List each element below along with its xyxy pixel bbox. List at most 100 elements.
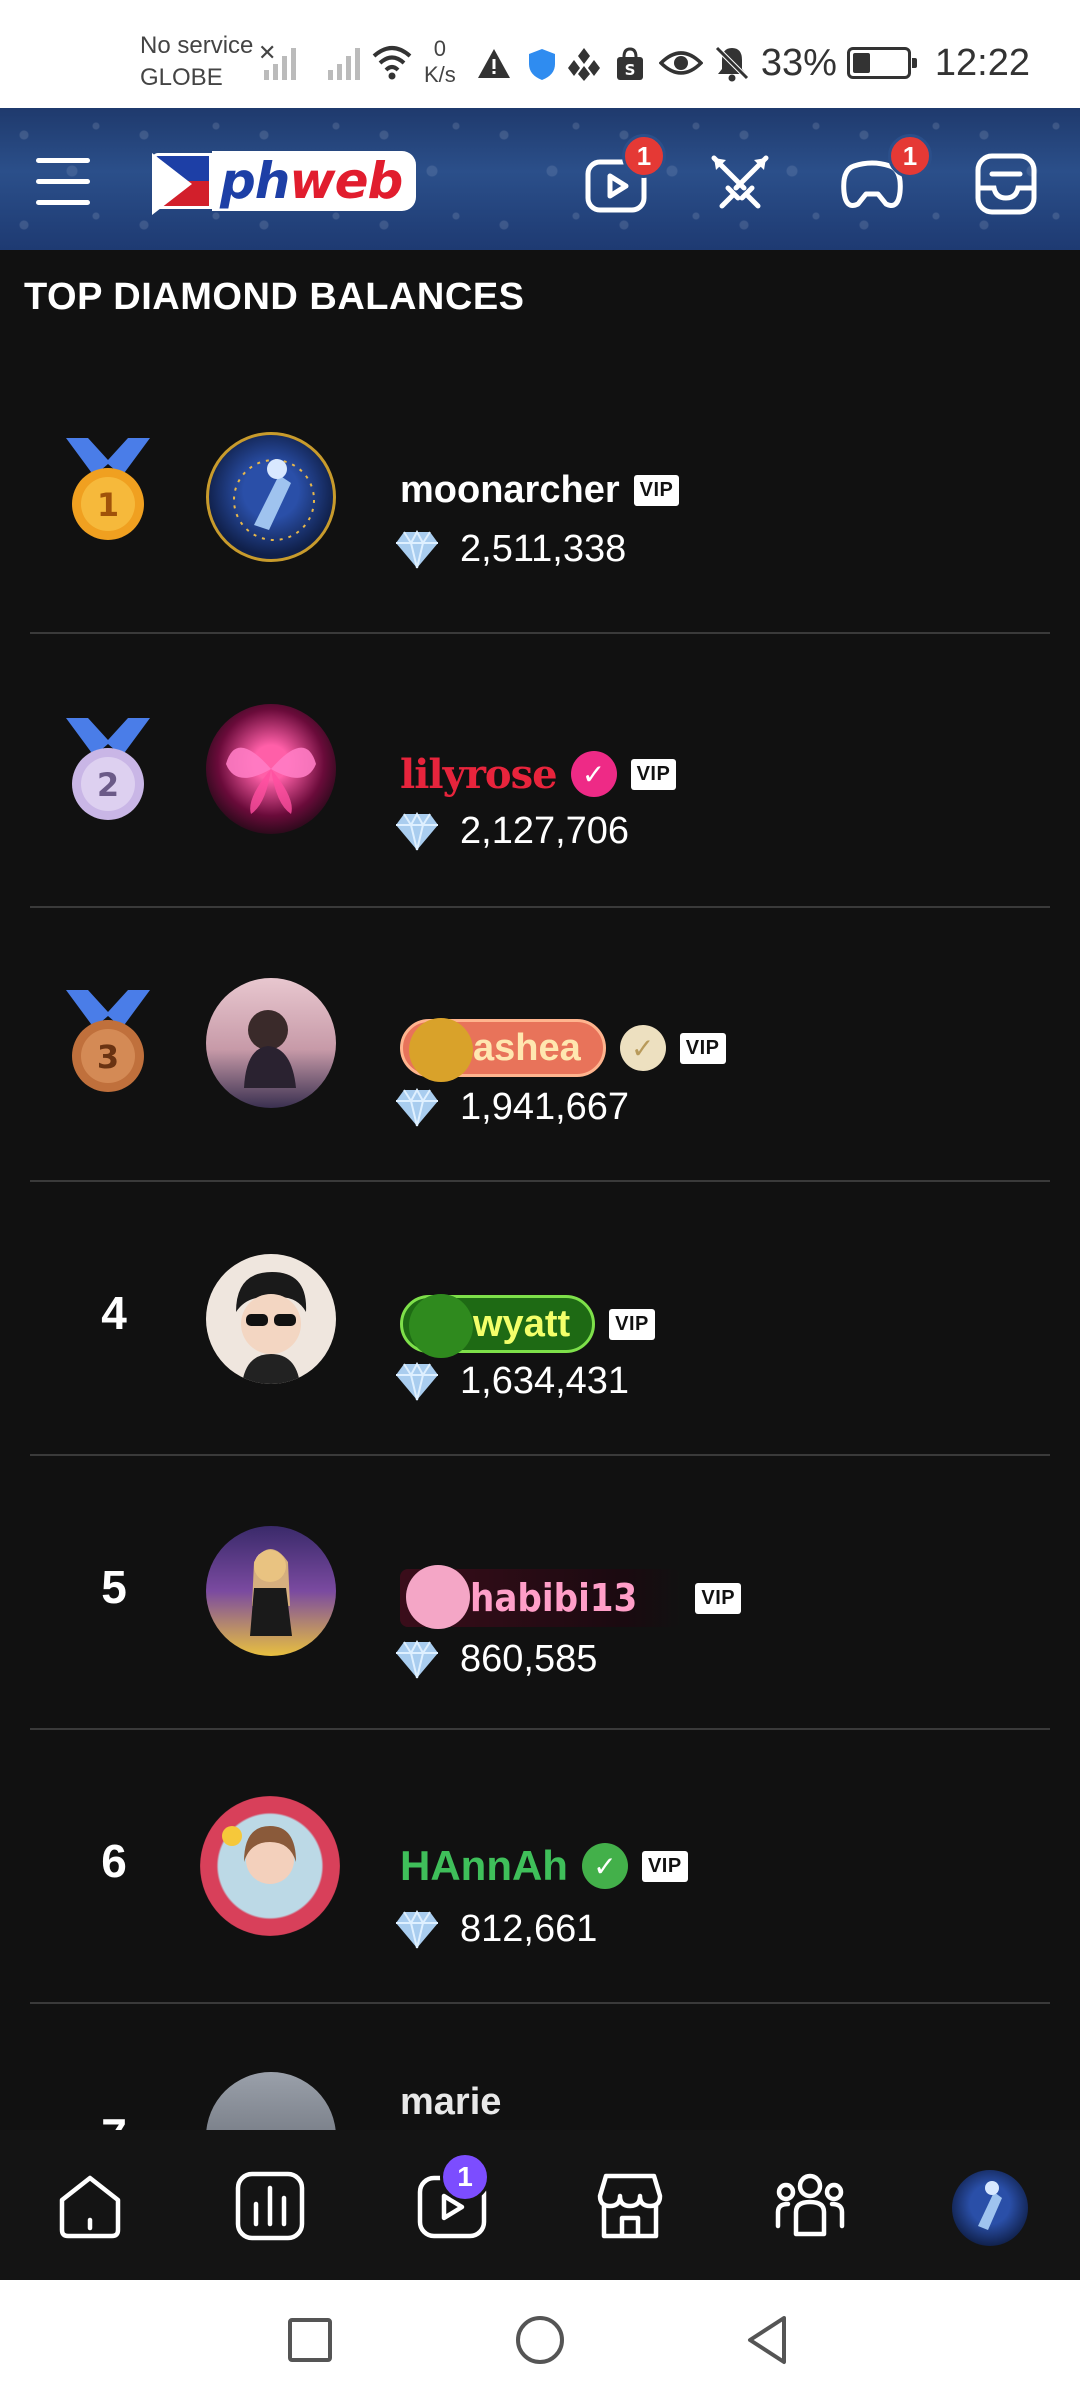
username[interactable]: marie [400, 2081, 501, 2124]
gold-medal-icon: 1 [66, 438, 150, 540]
avatar[interactable] [206, 1526, 336, 1656]
avatar-image [244, 1010, 296, 1088]
username-line[interactable]: marie [400, 2072, 501, 2130]
leaderboard-row[interactable]: 3 ashea ✓ VIP 1,941,667 [30, 908, 1050, 1182]
silver-medal-icon: 2 [66, 718, 150, 820]
page-title: TOP DIAMOND BALANCES [24, 276, 525, 318]
avatar-image [222, 1826, 296, 1884]
leaderboard-row[interactable]: 4 wyatt VIP 1,634,431 [30, 1182, 1050, 1456]
leaderboard-row[interactable]: 7 marie [30, 2004, 1050, 2130]
menu-button[interactable] [36, 158, 90, 208]
battery-fill [852, 53, 871, 73]
diamond-balance: 1,634,431 [394, 1360, 629, 1403]
username-line[interactable]: habibi13 VIP [400, 1565, 742, 1629]
phweb-logo[interactable]: ph web [152, 146, 417, 216]
philippine-flag-icon [152, 153, 212, 215]
wifi-icon [372, 46, 412, 80]
avatar-image [226, 747, 316, 814]
avatar[interactable] [206, 1254, 336, 1384]
eye-icon [658, 51, 703, 75]
rank-number: 5 [101, 1561, 127, 1613]
menu-icon-bar [36, 179, 90, 184]
video-notification-badge: 1 [622, 134, 666, 178]
carrier-line-2: GLOBE [140, 64, 223, 91]
anime-girl-frame-icon [406, 1565, 470, 1629]
avatar[interactable] [206, 704, 336, 834]
username[interactable]: wyatt [473, 1303, 570, 1346]
vip-badge: VIP [695, 1582, 742, 1614]
avatar[interactable] [200, 1796, 340, 1936]
bronze-medal-icon: 3 [66, 990, 150, 1092]
name-frame: ashea [400, 1018, 606, 1082]
vip-badge: VIP [609, 1308, 655, 1340]
battery-icon [846, 47, 917, 79]
back-button-icon[interactable] [738, 2310, 798, 2370]
frog-frame-icon [409, 1018, 473, 1082]
rank-number: 3 [97, 1038, 119, 1076]
balance-amount: 2,511,338 [460, 528, 627, 570]
username-line[interactable]: lilyrose ✓ VIP [400, 744, 677, 804]
store-icon[interactable] [592, 2168, 668, 2244]
shield-icon [529, 49, 555, 80]
verified-check-icon: ✓ [619, 1025, 666, 1071]
profile-avatar[interactable] [952, 2170, 1028, 2246]
diamond-icon [396, 1909, 438, 1948]
inbox-icon[interactable] [970, 148, 1042, 220]
rank-number: 6 [101, 1835, 127, 1887]
swords-icon[interactable] [704, 148, 776, 220]
stats-icon[interactable] [232, 2168, 308, 2244]
vip-badge: VIP [641, 1850, 688, 1882]
username-line[interactable]: HAnnAh ✓ VIP [400, 1836, 688, 1896]
logo-web: web [289, 152, 403, 210]
username-line[interactable]: ashea ✓ VIP [400, 1018, 726, 1082]
balance-amount: 2,127,706 [460, 810, 630, 852]
network-speed: 0 K/s [424, 36, 456, 88]
username[interactable]: HAnnAh [400, 1842, 568, 1890]
home-button-icon[interactable] [510, 2310, 570, 2370]
diamond-balance: 2,511,338 [394, 528, 626, 571]
leaderboard-row[interactable]: 1 moonarcher VIP 2,511,338 [30, 360, 1050, 634]
diamond-icon [396, 1361, 438, 1400]
svg-text:S: S [625, 61, 636, 79]
username-line[interactable]: moonarcher VIP [400, 460, 680, 520]
diamond-icon [396, 529, 438, 568]
balance-amount: 1,941,667 [460, 1086, 630, 1128]
username[interactable]: lilyrose [400, 751, 558, 798]
balance-amount: 860,585 [460, 1638, 598, 1680]
system-navigation-bar [0, 2280, 1080, 2400]
rank-number: 7 [84, 2108, 144, 2130]
logo-wordmark: ph web [212, 151, 417, 211]
verified-check-icon: ✓ [570, 751, 617, 797]
menu-icon-bar [36, 200, 90, 205]
username[interactable]: habibi13 [470, 1576, 637, 1620]
rank-number: 4 [101, 1287, 127, 1339]
diamond-icon [396, 811, 438, 850]
diamond-balance: 1,941,667 [394, 1086, 629, 1129]
vip-badge: VIP [630, 758, 677, 790]
avatar-image [250, 1549, 292, 1636]
gamepad-notification-badge: 1 [888, 134, 932, 178]
leaderboard-row[interactable]: 2 lilyrose ✓ VIP 2,127,706 [30, 634, 1050, 908]
username[interactable]: moonarcher [400, 469, 620, 512]
username[interactable]: ashea [473, 1027, 581, 1070]
app-header: ph web 1 1 [0, 108, 1080, 250]
clock: 12:22 [934, 41, 1030, 84]
community-icon[interactable] [772, 2168, 848, 2244]
leaderboard-row[interactable]: 5 habibi13 VIP 860,585 [30, 1456, 1050, 1730]
status-bar: No service GLOBE ✕ 0 K/s S 33% 12:22 [0, 0, 1080, 108]
leaderboard-row[interactable]: 6 HAnnAh ✓ VIP 812,661 [30, 1730, 1050, 2004]
avatar[interactable] [206, 432, 336, 562]
logo-ph: ph [220, 152, 290, 210]
verified-check-icon: ✓ [581, 1843, 628, 1889]
signal-icon-2 [328, 48, 360, 80]
name-frame: habibi13 [400, 1565, 682, 1629]
carrier-line-1: No service [140, 32, 254, 59]
bottom-navigation [0, 2130, 1080, 2280]
avatar[interactable] [206, 978, 336, 1108]
home-icon[interactable] [52, 2168, 128, 2244]
name-frame: wyatt [400, 1294, 596, 1358]
username-line[interactable]: wyatt VIP [400, 1294, 655, 1358]
battery-percent: 33% [760, 41, 837, 84]
avatar[interactable] [206, 2072, 336, 2130]
recents-button-icon[interactable] [280, 2310, 340, 2370]
